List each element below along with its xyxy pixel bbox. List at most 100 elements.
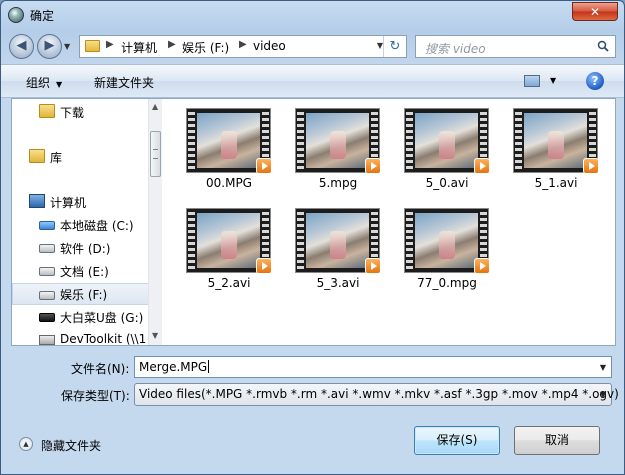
folder-icon [85,40,100,52]
organize-label: 组织 [26,76,51,90]
file-item[interactable]: 5_3.avi [280,199,381,295]
close-button[interactable]: ✕ [572,2,618,21]
help-icon[interactable]: ? [586,72,604,90]
sidebar-item-library[interactable]: 库 [12,146,149,168]
play-icon [583,158,599,174]
filetype-select[interactable]: Video files(*.MPG *.rmvb *.rm *.avi *.wm… [134,383,619,406]
filename-value: Merge.MPG [139,360,210,374]
sidebar-item-downloads[interactable]: 下载 [12,101,149,123]
nav-scrollbar[interactable]: ▲ ▼ [148,99,162,345]
video-thumbnail-icon [186,108,272,174]
browser-area: 下载 库 计算机 本地磁盘 (C:) 软件 (D:) 文档 (E:) 娱乐 (F… [11,98,616,346]
network-drive-disconnected-icon [39,335,55,345]
sidebar-item-label: 计算机 [50,196,87,210]
drive-icon [39,267,55,276]
address-bar[interactable]: ▶ 计算机 ▶ 娱乐 (F:) ▶ video ▼ ↻ [79,35,407,58]
filetype-value: Video files(*.MPG *.rmvb *.rm *.avi *.wm… [139,387,619,401]
scroll-thumb[interactable] [150,131,161,177]
file-name: 5_3.avi [316,276,360,290]
file-name: 00.MPG [206,176,252,190]
video-thumbnail-icon [513,108,599,174]
app-icon [8,7,24,23]
sidebar-item-label: 软件 (D:) [60,242,111,256]
chevron-down-icon: ▼ [599,390,606,399]
breadcrumb-separator[interactable]: ▶ [106,39,114,50]
forward-button[interactable]: ▶ [37,34,62,59]
sidebar-item-computer[interactable]: 计算机 [12,191,149,213]
library-icon [29,149,45,163]
file-name: 5.mpg [318,176,358,190]
breadcrumb-video[interactable]: video [253,39,286,53]
search-input[interactable]: 搜索 video [415,35,616,58]
refresh-button[interactable]: ↻ [383,36,406,57]
sidebar-item-drive-d[interactable]: 软件 (D:) [12,237,149,259]
command-bar: 组织 ▼ 新建文件夹 ▼ ? [1,64,624,98]
file-item[interactable]: 00.MPG [171,99,272,195]
scroll-up-icon[interactable]: ▲ [152,102,158,111]
video-thumbnail-icon [186,208,272,274]
sidebar-item-drive-g[interactable]: 大白菜U盘 (G:) [12,306,149,328]
collapse-icon: ▲ [19,437,33,451]
sidebar-item-drive-e[interactable]: 文档 (E:) [12,260,149,282]
video-thumbnail-icon [404,208,490,274]
filename-label: 文件名(N): [71,362,130,376]
view-options-dropdown[interactable]: ▼ [550,76,556,85]
sidebar-item-drive-c[interactable]: 本地磁盘 (C:) [12,214,149,236]
filename-field[interactable]: Merge.MPG ▼ [134,356,612,378]
title-bar: 确定 ✕ [1,1,624,29]
play-icon [365,158,381,174]
save-dialog: 确定 ✕ ◀ ▶ ▼ ▶ 计算机 ▶ 娱乐 (F:) ▶ video ▼ ↻ 搜… [0,0,625,475]
chevron-down-icon: ▼ [56,80,63,89]
video-thumbnail-icon [404,108,490,174]
file-name: 5_0.avi [425,176,469,190]
scroll-down-icon[interactable]: ▼ [152,331,158,340]
video-thumbnail-icon [295,208,381,274]
usb-drive-icon [39,313,55,322]
new-folder-button[interactable]: 新建文件夹 [94,74,154,91]
back-button[interactable]: ◀ [9,34,34,59]
file-name: 77_0.mpg [417,276,477,290]
sidebar-item-label: DevToolkit (\\1 [60,332,147,345]
save-button[interactable]: 保存(S) [414,426,500,455]
hide-folders-label: 隐藏文件夹 [41,439,102,453]
breadcrumb-drive-f[interactable]: 娱乐 (F:) [182,39,229,56]
system-drive-icon [39,221,55,230]
breadcrumb-separator[interactable]: ▶ [168,39,176,50]
sidebar-item-label: 娱乐 (F:) [60,288,108,302]
recent-pages-dropdown[interactable]: ▼ [64,42,70,51]
drive-icon [39,291,55,300]
sidebar-item-label: 文档 (E:) [60,265,109,279]
file-item[interactable]: 5.mpg [280,99,381,195]
file-item[interactable]: 5_1.avi [498,99,599,195]
breadcrumb-separator[interactable]: ▶ [239,39,247,50]
file-name: 5_1.avi [534,176,578,190]
breadcrumb-computer[interactable]: 计算机 [121,39,157,56]
video-thumbnail-icon [295,108,381,174]
sidebar-item-drive-f[interactable]: 娱乐 (F:) [12,283,149,305]
sidebar-item-devtoolkit[interactable]: DevToolkit (\\1 [12,329,149,345]
file-item[interactable]: 5_0.avi [389,99,490,195]
sidebar-item-label: 库 [50,151,63,165]
window-title: 确定 [30,9,55,23]
computer-icon [29,194,45,208]
play-icon [474,258,490,274]
play-icon [365,258,381,274]
file-item[interactable]: 77_0.mpg [389,199,490,295]
play-icon [474,158,490,174]
sidebar-item-label: 本地磁盘 (C:) [60,219,134,233]
sidebar-item-label: 大白菜U盘 (G:) [60,311,144,325]
navigation-pane: 下载 库 计算机 本地磁盘 (C:) 软件 (D:) 文档 (E:) 娱乐 (F… [12,99,162,345]
file-name: 5_2.avi [207,276,251,290]
drive-icon [39,244,55,253]
play-icon [256,158,272,174]
view-mode-icon[interactable] [524,75,540,87]
organize-button[interactable]: 组织 ▼ [26,74,62,91]
chevron-down-icon[interactable]: ▼ [600,363,606,372]
download-folder-icon [39,104,55,118]
filetype-label: 保存类型(T): [61,389,130,403]
file-item[interactable]: 5_2.avi [171,199,272,295]
search-icon[interactable] [597,40,609,52]
file-list: 00.MPG 5.mpg 5_0.avi 5_1.avi 5_2.avi 5_3… [163,99,615,345]
play-icon [256,258,272,274]
cancel-button[interactable]: 取消 [514,426,600,455]
